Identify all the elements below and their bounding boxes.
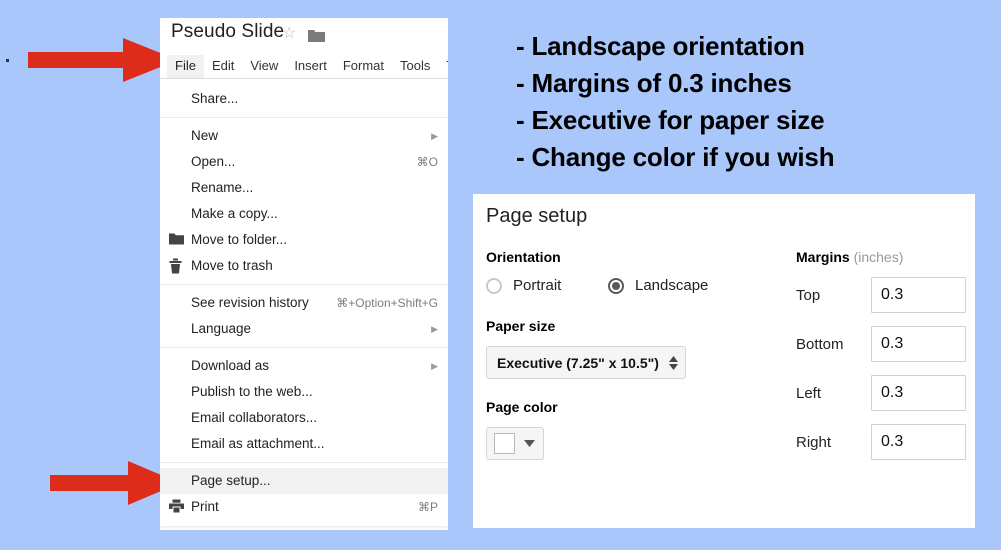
margin-row-top: Top 0.3 [796,277,966,313]
orientation-heading: Orientation [486,249,561,265]
menu-item-label: See revision history [191,295,309,310]
margins-heading-unit: (inches) [853,249,904,265]
menu-separator [160,462,448,463]
menu-item-shortcut: ⌘+Option+Shift+G [336,296,438,310]
menu-item-shortcut: ⌘O [416,155,438,169]
file-menu-dropdown: Share... New ▶ Open... ⌘O Rename... Make a cop… [160,79,448,526]
instructions-text: - Landscape orientation - Margins of 0.3… [516,28,986,176]
menu-item-see-revision-history[interactable]: See revision history ⌘+Option+Shift+G [160,290,448,316]
menu-item-page-setup[interactable]: Page setup... [160,468,448,494]
menu-item-label: Page setup... [191,473,271,488]
menu-item-move-to-trash[interactable]: Move to trash [160,253,448,279]
submenu-arrow-icon: ▶ [431,323,438,334]
menubar-item-file[interactable]: File [167,54,204,78]
menubar-item-format[interactable]: Format [335,55,392,78]
margin-input-left[interactable]: 0.3 [871,375,966,411]
paper-size-select[interactable]: Executive (7.25" x 10.5") [486,346,686,379]
dialog-left-column: Orientation Portrait Landscape Paper siz… [486,249,786,460]
instruction-line: - Margins of 0.3 inches [516,68,792,98]
menu-item-make-a-copy[interactable]: Make a copy... [160,201,448,227]
dialog-title: Page setup [486,205,588,227]
submenu-arrow-icon: ▶ [431,130,438,141]
folder-icon [169,233,184,248]
page-setup-dialog: Page setup Orientation Portrait Landscap… [473,194,975,528]
docs-titlebar: Pseudo Slide ☆ [160,18,448,54]
menu-item-label: Make a copy... [191,206,278,221]
menu-item-download-as[interactable]: Download as ▶ [160,353,448,379]
star-icon[interactable]: ☆ [282,26,298,42]
menu-item-share[interactable]: Share... [160,86,448,112]
margin-label-top: Top [796,286,821,304]
dialog-right-column: Margins (inches) Top 0.3 Bottom 0.3 Left 0.3 R… [796,249,966,473]
margin-input-bottom[interactable]: 0.3 [871,326,966,362]
menu-item-print[interactable]: Print ⌘P [160,494,448,520]
red-arrow-file-menu [28,38,178,82]
radio-dot-landscape[interactable] [608,277,624,294]
instruction-line: - Change color if you wish [516,142,835,172]
radio-option-landscape[interactable]: Landscape [608,277,708,294]
menubar-item-edit[interactable]: Edit [204,55,242,78]
paper-size-value: Executive (7.25" x 10.5") [497,354,659,371]
menu-item-shortcut: ⌘P [417,500,438,514]
menu-item-publish-to-the-web[interactable]: Publish to the web... [160,379,448,405]
margin-row-bottom: Bottom 0.3 [796,326,966,362]
menubar-item-insert[interactable]: Insert [286,55,335,78]
menu-item-email-as-attachment[interactable]: Email as attachment... [160,431,448,457]
menu-item-email-collaborators[interactable]: Email collaborators... [160,405,448,431]
menu-item-label: Email as attachment... [191,436,325,451]
margin-input-top[interactable]: 0.3 [871,277,966,313]
margins-heading: Margins (inches) [796,249,966,265]
menu-item-label: Rename... [191,180,254,195]
margin-label-left: Left [796,384,822,402]
margins-heading-text: Margins [796,249,850,265]
menu-item-new[interactable]: New ▶ [160,123,448,149]
menu-item-language[interactable]: Language ▶ [160,316,448,342]
menu-item-label: Print [191,499,219,514]
menu-item-label: Download as [191,358,270,373]
orientation-radio-group: Portrait Landscape [486,277,786,294]
menu-item-label: New [191,128,219,143]
margin-label-bottom: Bottom [796,335,844,353]
menu-item-rename[interactable]: Rename... [160,175,448,201]
menubar-item-ta[interactable]: Ta [438,55,448,78]
radio-label-portrait: Portrait [513,277,562,294]
margin-label-right: Right [796,433,832,451]
paper-size-heading: Paper size [486,318,556,334]
margin-row-right: Right 0.3 [796,424,966,460]
menu-separator [160,284,448,285]
page-color-swatch[interactable] [494,433,515,454]
menu-item-label: Publish to the web... [191,384,313,399]
menu-separator [160,117,448,118]
docs-window: Pseudo Slide ☆ File Edit View Insert Format T… [160,18,448,530]
submenu-arrow-icon: ▶ [431,360,438,371]
menu-item-label: Language [191,321,252,336]
updown-arrows-icon [668,355,678,370]
radio-label-landscape: Landscape [635,277,709,294]
menubar-item-view[interactable]: View [242,55,286,78]
menu-item-label: Move to trash [191,258,273,273]
menubar: FileEditViewInsertFormatToolsTa [160,54,448,79]
menu-item-label: Share... [191,91,239,106]
page-color-heading: Page color [486,399,558,415]
menu-item-label: Move to folder... [191,232,288,247]
menu-item-label: Email collaborators... [191,410,318,425]
radio-option-portrait[interactable]: Portrait [486,277,608,294]
instruction-line: - Landscape orientation [516,31,805,61]
folder-icon[interactable] [308,29,325,42]
stray-dot [6,59,9,62]
menu-item-label: Open... [191,154,236,169]
menu-item-open[interactable]: Open... ⌘O [160,149,448,175]
trash-icon [169,258,184,274]
document-title[interactable]: Pseudo Slide [171,21,284,43]
chevron-down-icon[interactable] [524,440,535,447]
menubar-item-tools[interactable]: Tools [392,55,438,78]
margin-input-right[interactable]: 0.3 [871,424,966,460]
page-color-picker[interactable] [486,427,544,460]
printer-icon [169,499,184,515]
menu-item-move-to-folder[interactable]: Move to folder... [160,227,448,253]
instruction-line: - Executive for paper size [516,105,825,135]
radio-dot-portrait[interactable] [486,277,502,294]
menu-separator [160,347,448,348]
margin-row-left: Left 0.3 [796,375,966,411]
